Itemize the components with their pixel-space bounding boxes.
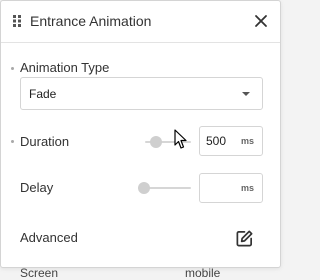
mouse-pointer-icon [174,129,187,149]
chevron-down-icon [242,92,250,96]
panel-title: Entrance Animation [30,13,152,29]
responsive-indicator-dot [11,67,14,70]
edit-icon[interactable] [235,229,254,248]
animation-type-label: Animation Type [20,60,110,75]
animation-type-select[interactable]: Fade [20,77,263,110]
background-text-left: Screen [20,266,59,280]
duration-label: Duration [20,134,70,149]
delay-input[interactable] [206,180,236,196]
responsive-indicator-dot [11,140,14,143]
animation-type-value: Fade [29,87,57,101]
duration-unit[interactable]: ms [241,136,254,146]
delay-label: Delay [20,180,54,195]
delay-slider-thumb[interactable] [138,182,150,194]
entrance-animation-panel: Entrance Animation Animation Type Fade D… [0,0,281,268]
duration-field[interactable]: ms [199,126,263,156]
advanced-label: Advanced [20,230,78,245]
duration-slider-thumb[interactable] [150,136,163,148]
delay-field[interactable]: ms [199,173,263,203]
background-text-right: mobile [185,266,221,280]
duration-input[interactable] [206,133,236,149]
delay-unit[interactable]: ms [241,183,254,193]
panel-header[interactable]: Entrance Animation [1,1,280,43]
drag-handle-icon[interactable] [13,15,21,27]
close-icon[interactable] [252,12,270,30]
